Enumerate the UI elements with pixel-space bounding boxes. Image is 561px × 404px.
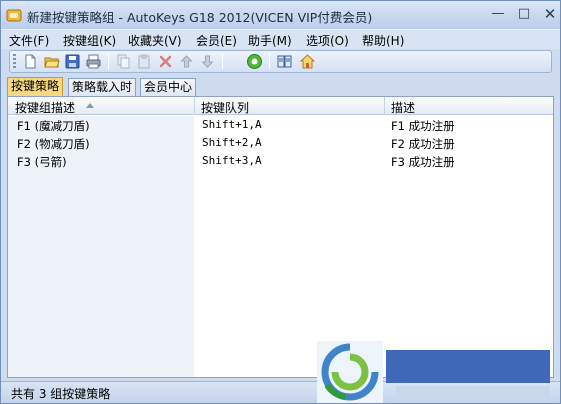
copy-icon[interactable] <box>115 53 132 70</box>
menu-bar: 文件(F) 按键组(K) 收藏夹(V) 会员(E) 助手(M) 选项(O) 帮助… <box>1 29 560 49</box>
home-icon[interactable] <box>299 53 316 70</box>
toolbar <box>9 50 552 73</box>
paste-icon[interactable] <box>136 53 153 70</box>
row-note: F1 成功注册 <box>391 119 455 133</box>
close-button[interactable]: ✕ <box>538 5 561 23</box>
move-down-icon[interactable] <box>199 53 216 70</box>
toolbar-separator <box>108 54 109 69</box>
column-header-key-queue[interactable]: 按键队列 <box>201 99 249 116</box>
watermark-banner <box>386 350 550 383</box>
menu-assistant[interactable]: 助手(M) <box>248 32 292 49</box>
column-header-note[interactable]: 描述 <box>391 99 415 116</box>
maximize-button[interactable]: □ <box>512 5 536 23</box>
open-folder-icon[interactable] <box>43 53 60 70</box>
status-text: 共有 3 组按键策略 <box>11 387 111 401</box>
watermark-logo <box>317 341 383 403</box>
new-file-icon[interactable] <box>22 53 39 70</box>
table-row[interactable]: F2 (物减刀盾) Shift+2,A F2 成功注册 <box>8 135 553 152</box>
row-key-queue: Shift+1,A <box>202 118 262 131</box>
window-title: 新建按键策略组 - AutoKeys G18 2012(VICEN VIP付费会… <box>27 10 373 25</box>
toolbar-grip[interactable] <box>13 54 16 69</box>
menu-member[interactable]: 会员(E) <box>196 32 237 49</box>
menu-favorites[interactable]: 收藏夹(V) <box>128 32 182 49</box>
row-description: F3 (弓箭) <box>17 155 67 169</box>
menu-options[interactable]: 选项(O) <box>306 32 349 49</box>
watermark <box>317 341 557 403</box>
book-icon[interactable] <box>276 53 293 70</box>
watermark-subbanner <box>396 386 550 402</box>
row-note: F2 成功注册 <box>391 137 455 151</box>
minimize-button[interactable]: — <box>486 5 510 23</box>
row-description: F1 (魔减刀盾) <box>17 119 90 133</box>
delete-icon[interactable] <box>157 53 174 70</box>
row-description: F2 (物减刀盾) <box>17 137 90 151</box>
row-key-queue: Shift+2,A <box>202 136 262 149</box>
strategy-list: 按键组描述 按键队列 描述 F1 (魔减刀盾) Shift+1,A F1 成功注… <box>7 96 554 378</box>
toolbar-separator <box>269 54 270 69</box>
row-key-queue: Shift+3,A <box>202 154 262 167</box>
print-icon[interactable] <box>85 53 102 70</box>
app-icon <box>6 9 22 22</box>
run-icon[interactable] <box>246 53 263 70</box>
move-up-icon[interactable] <box>178 53 195 70</box>
toolbar-separator <box>222 54 223 69</box>
menu-file[interactable]: 文件(F) <box>9 32 49 49</box>
table-row[interactable]: F1 (魔减刀盾) Shift+1,A F1 成功注册 <box>8 117 553 134</box>
tab-strategy-on-load[interactable]: 策略载入时 <box>68 78 137 96</box>
column-divider[interactable] <box>384 97 385 115</box>
menu-help[interactable]: 帮助(H) <box>362 32 404 49</box>
row-note: F3 成功注册 <box>391 155 455 169</box>
sort-ascending-icon <box>86 103 94 108</box>
tab-member-center[interactable]: 会员中心 <box>140 78 197 96</box>
menu-keygroup[interactable]: 按键组(K) <box>63 32 116 49</box>
column-header-description[interactable]: 按键组描述 <box>15 99 75 116</box>
save-icon[interactable] <box>64 53 81 70</box>
title-bar[interactable]: 新建按键策略组 - AutoKeys G18 2012(VICEN VIP付费会… <box>1 1 560 29</box>
table-row[interactable]: F3 (弓箭) Shift+3,A F3 成功注册 <box>8 153 553 170</box>
tab-key-strategy[interactable]: 按键策略 <box>7 77 64 96</box>
list-header: 按键组描述 按键队列 描述 <box>8 97 553 115</box>
column-divider[interactable] <box>194 97 195 115</box>
